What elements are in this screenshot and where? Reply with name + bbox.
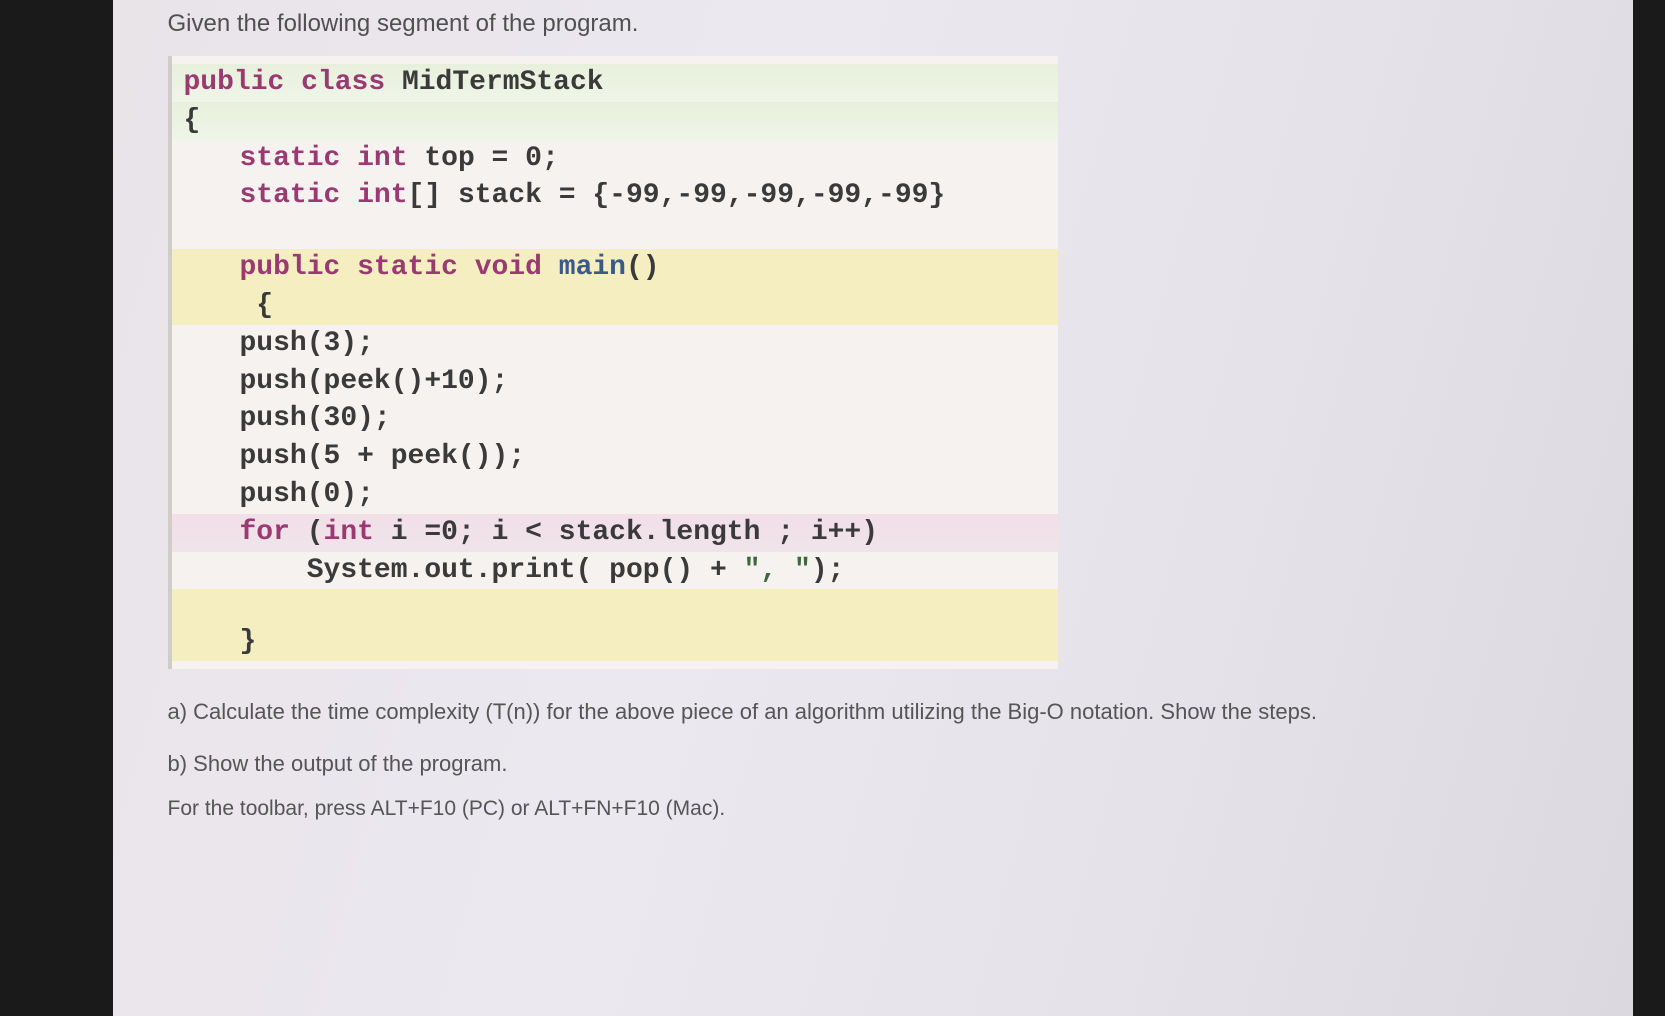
code-line-6: { [172,287,1058,325]
keyword-void: void [475,252,559,283]
blank-line [172,215,1058,249]
code-line-11: push(0); [172,476,1058,514]
code-line-9: push(30); [172,400,1058,438]
intro-text: Given the following segment of the progr… [168,10,1603,38]
code-line-5: public static void main() [172,249,1058,287]
for-body: i =0; i < stack.length ; i++) [391,517,878,548]
code-line-10: push(5 + peek()); [172,438,1058,476]
code-line-7: push(3); [172,325,1058,363]
keyword-public: public [240,252,358,283]
push-call: push(0); [240,479,374,510]
open-brace: { [184,105,201,136]
keyword-static: static [357,252,475,283]
code-line-3: static int top = 0; [172,140,1058,178]
code-line-14: } [172,623,1058,661]
push-call: push(3); [240,328,374,359]
keyword-static: static [240,180,358,211]
push-call: push(30); [240,403,391,434]
var-stack: [] stack = {-99,-99,-99,-99,-99} [408,180,946,211]
code-line-1: public class MidTermStack [172,64,1058,102]
print-call-a: System.out.print( pop() + [240,555,744,586]
type-int: int [357,143,424,174]
push-call: push(peek()+10); [240,366,509,397]
code-line-13: System.out.print( pop() + ", "); [172,552,1058,590]
code-line-4: static int[] stack = {-99,-99,-99,-99,-9… [172,177,1058,215]
print-call-b: ); [811,555,845,586]
code-line-2: { [172,102,1058,140]
question-b: b) Show the output of the program. [168,751,1603,777]
keyword-class: class [301,67,402,98]
question-a: a) Calculate the time complexity (T(n)) … [168,699,1603,725]
code-line-8: push(peek()+10); [172,363,1058,401]
toolbar-hint: For the toolbar, press ALT+F10 (PC) or A… [168,797,1603,821]
type-int: int [324,517,391,548]
string-literal: ", " [744,555,811,586]
code-line-12: for (int i =0; i < stack.length ; i++) [172,514,1058,552]
class-name: MidTermStack [402,67,604,98]
keyword-public: public [184,67,302,98]
close-brace: } [240,626,257,657]
blank-line [172,589,1058,623]
document-page: Given the following segment of the progr… [113,0,1633,1016]
keyword-static: static [240,143,358,174]
code-block: public class MidTermStack { static int t… [168,56,1058,669]
parens: () [626,252,660,283]
method-main: main [559,252,626,283]
open-brace: { [240,290,274,321]
type-int: int [357,180,407,211]
var-top: top = 0; [424,143,558,174]
paren: ( [307,517,324,548]
push-call: push(5 + peek()); [240,441,526,472]
keyword-for: for [240,517,307,548]
